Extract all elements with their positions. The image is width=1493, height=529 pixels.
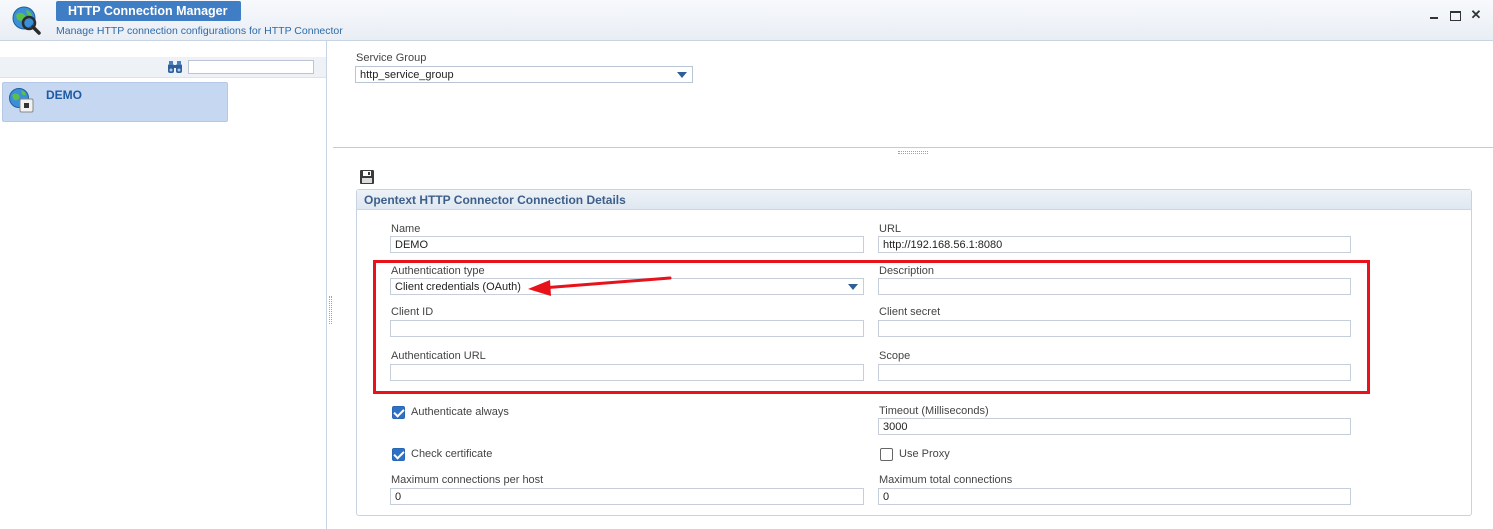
auth-url-field[interactable] [390,364,864,381]
authenticate-always-checkbox[interactable] [392,406,405,419]
list-toolbar [0,57,326,78]
service-group-label: Service Group [356,52,427,64]
scope-label: Scope [879,350,911,362]
http-connection-icon [9,88,34,113]
globe-search-icon [12,6,41,35]
service-group-select[interactable]: http_service_group [355,66,693,83]
check-certificate-label: Check certificate [411,448,493,460]
auth-type-value: Client credentials (OAuth) [395,281,521,293]
connection-list-panel: DEMO [0,41,327,529]
url-label: URL [879,223,902,235]
list-item-label: DEMO [46,88,82,102]
scope-field[interactable] [878,364,1351,381]
close-icon[interactable]: ✕ [1469,8,1483,22]
search-input[interactable] [188,60,314,74]
max-per-host-field[interactable] [390,488,864,505]
client-secret-label: Client secret [879,306,941,318]
use-proxy-label: Use Proxy [899,448,950,460]
red-arrow-icon [528,276,672,296]
minimize-icon[interactable] [1427,8,1441,22]
binoculars-icon[interactable] [167,60,183,74]
max-per-host-label: Maximum connections per host [391,474,544,486]
details-header: Opentext HTTP Connector Connection Detai… [357,190,1471,210]
chevron-down-icon[interactable] [848,284,858,290]
url-field[interactable] [878,236,1351,253]
client-secret-field[interactable] [878,320,1351,337]
maximize-icon[interactable] [1448,8,1462,22]
timeout-field[interactable] [878,418,1351,435]
name-field[interactable] [390,236,864,253]
chevron-down-icon[interactable] [677,72,687,78]
check-certificate-checkbox[interactable] [392,448,405,461]
app-title: HTTP Connection Manager [56,1,241,21]
name-label: Name [391,223,421,235]
client-id-label: Client ID [391,306,434,318]
vertical-splitter-handle[interactable] [329,296,332,324]
horizontal-divider [333,147,1493,148]
timeout-label: Timeout (Milliseconds) [879,405,989,417]
app-header: HTTP Connection Manager Manage HTTP conn… [0,0,1493,41]
description-label: Description [879,265,935,277]
description-field[interactable] [878,278,1351,295]
use-proxy-checkbox[interactable] [880,448,893,461]
max-total-field[interactable] [878,488,1351,505]
auth-url-label: Authentication URL [391,350,486,362]
list-item-demo[interactable]: DEMO [2,82,228,122]
max-total-label: Maximum total connections [879,474,1013,486]
client-id-field[interactable] [390,320,864,337]
service-group-value: http_service_group [360,69,454,81]
details-title: Opentext HTTP Connector Connection Detai… [364,193,626,207]
app-subtitle: Manage HTTP connection configurations fo… [56,25,343,37]
auth-type-label: Authentication type [391,265,485,277]
save-icon[interactable] [359,169,375,185]
horizontal-splitter-handle[interactable] [898,151,928,154]
authenticate-always-label: Authenticate always [411,406,509,418]
